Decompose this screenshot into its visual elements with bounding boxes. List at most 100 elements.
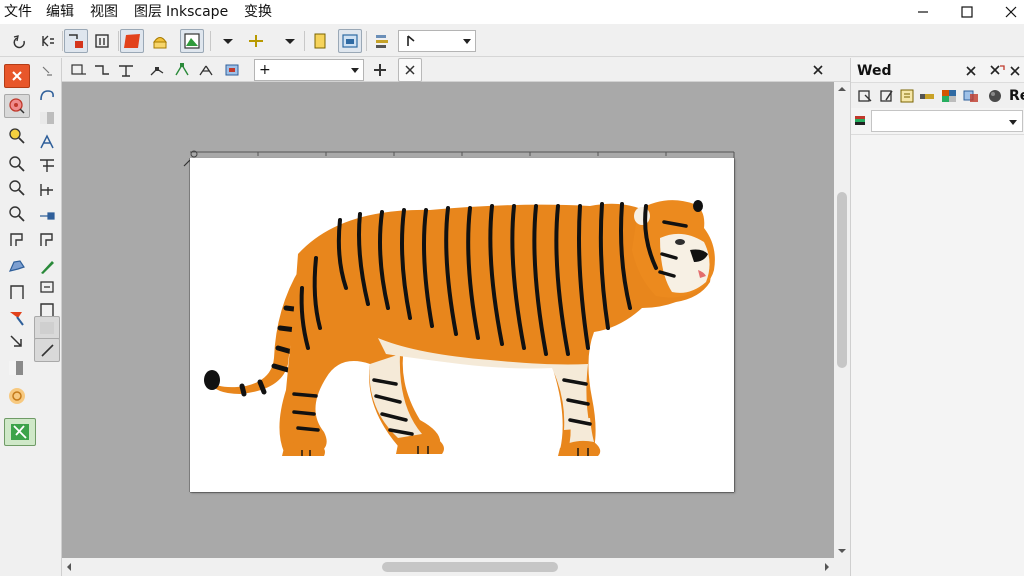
zoom-icon xyxy=(9,128,25,144)
dock-tab-symbols[interactable] xyxy=(959,84,983,108)
zoom-fit-button[interactable] xyxy=(180,29,204,53)
tool-ellipse[interactable] xyxy=(4,202,30,226)
tool-star[interactable] xyxy=(4,228,30,252)
tiger-illustration xyxy=(204,200,715,456)
redo-button[interactable] xyxy=(36,29,60,53)
import-button[interactable] xyxy=(64,29,88,53)
dock-selector[interactable] xyxy=(871,110,1023,132)
tool-eraser[interactable] xyxy=(34,276,60,300)
pen-icon xyxy=(41,261,54,274)
fill-stroke-button[interactable] xyxy=(120,29,144,53)
swatch-icon xyxy=(9,361,23,375)
eraser-icon xyxy=(40,281,54,293)
measure-icon xyxy=(9,156,25,172)
snap-intersection-button[interactable] xyxy=(194,58,218,82)
dock-tab-filters[interactable] xyxy=(983,84,1007,108)
menu-bar: 文件 编辑 视图 图层 Inkscape 变换 xyxy=(0,0,1024,24)
minimize-button[interactable] xyxy=(900,0,946,24)
tool-swatch[interactable] xyxy=(4,356,30,380)
document-icon xyxy=(314,33,326,49)
tool-tweak[interactable] xyxy=(4,94,30,118)
plus-icon xyxy=(374,64,386,76)
tool-dropper[interactable] xyxy=(34,204,60,228)
text-icon xyxy=(40,159,54,172)
vertical-scrollbar[interactable] xyxy=(834,82,850,558)
snap-nodes-button[interactable] xyxy=(146,58,170,82)
snap-close-button[interactable] xyxy=(398,58,422,82)
maximize-button[interactable] xyxy=(944,0,990,24)
new-document-button[interactable] xyxy=(308,29,332,53)
export-button[interactable] xyxy=(90,29,114,53)
menu-file[interactable]: 文件 xyxy=(4,3,32,21)
tool-pen[interactable] xyxy=(34,254,60,278)
align-menu-button[interactable] xyxy=(278,29,302,53)
dock-icon-row: Re xyxy=(851,82,1024,108)
dock-close-button[interactable] xyxy=(959,59,983,83)
tool-bezier[interactable] xyxy=(4,280,30,304)
layers-button[interactable] xyxy=(370,29,394,53)
dock-tab-objects[interactable] xyxy=(853,84,877,108)
tool-export-image[interactable] xyxy=(4,418,36,446)
document-properties-icon xyxy=(42,35,54,47)
menu-view[interactable]: 视图 xyxy=(90,3,118,21)
dock-tab-color[interactable] xyxy=(915,84,939,108)
tool-measure[interactable] xyxy=(4,152,30,176)
pointer-mode-select[interactable] xyxy=(398,30,476,52)
menu-layer[interactable]: 图层 xyxy=(134,3,162,21)
tool-rect[interactable] xyxy=(4,176,30,200)
vertical-scroll-thumb[interactable] xyxy=(837,192,847,368)
dock-tab-swatches[interactable] xyxy=(937,84,961,108)
undo-button[interactable] xyxy=(8,29,32,53)
tool-gradient[interactable] xyxy=(34,106,60,130)
tool-spiral[interactable] xyxy=(34,84,60,108)
menu-inkscape[interactable]: Inkscape xyxy=(166,3,228,21)
fill-icon xyxy=(124,34,140,48)
close-window-button[interactable] xyxy=(988,0,1024,24)
tool-spiral-orange[interactable] xyxy=(4,384,30,408)
image-icon xyxy=(184,33,200,49)
tool-zoom[interactable] xyxy=(4,124,30,148)
scroll-corner xyxy=(834,558,850,576)
snap-edge-button[interactable] xyxy=(90,58,114,82)
tool-connector[interactable] xyxy=(34,178,60,202)
objects-icon xyxy=(858,90,872,102)
snap-intersection-icon xyxy=(199,65,213,76)
paste-icon xyxy=(153,37,167,49)
chevron-down-icon xyxy=(223,39,233,44)
snap-mode-select[interactable]: + xyxy=(254,59,364,81)
tool-arrow[interactable] xyxy=(4,330,30,354)
paste-button[interactable] xyxy=(148,29,172,53)
dock-tab-label[interactable]: Re xyxy=(1009,88,1024,104)
connector-icon xyxy=(40,184,53,196)
align-button[interactable] xyxy=(244,29,268,53)
close-tool-controls-button[interactable] xyxy=(806,58,830,82)
snap-page-button[interactable] xyxy=(220,58,244,82)
import-icon xyxy=(69,34,83,48)
snap-page-icon xyxy=(225,64,239,76)
horizontal-scrollbar[interactable] xyxy=(62,558,834,576)
tool-mesh[interactable] xyxy=(34,316,60,340)
tool-calligraphy[interactable] xyxy=(34,130,60,154)
dock-close-all-button[interactable] xyxy=(1003,59,1024,83)
snap-midpoint-button[interactable] xyxy=(114,58,138,82)
scroll-left-icon xyxy=(67,563,71,571)
tool-node[interactable] xyxy=(34,60,60,84)
tool-text[interactable] xyxy=(34,154,60,178)
toolbox xyxy=(0,58,62,576)
document-page[interactable] xyxy=(190,158,734,492)
menu-edit[interactable]: 编辑 xyxy=(46,3,74,21)
menu-transform[interactable]: 变换 xyxy=(244,3,272,21)
tool-paint-bucket[interactable] xyxy=(4,306,30,330)
tool-knife[interactable] xyxy=(34,338,60,362)
canvas-area[interactable] xyxy=(62,82,834,558)
tool-selector[interactable] xyxy=(4,64,30,88)
snap-edge-icon xyxy=(95,65,109,75)
snap-path-button[interactable] xyxy=(170,58,194,82)
zoom-menu-button[interactable] xyxy=(216,29,240,53)
window-button[interactable] xyxy=(338,29,362,53)
tool-pencil[interactable] xyxy=(4,254,30,278)
snap-toggle-button[interactable] xyxy=(368,58,392,82)
tool-spray[interactable] xyxy=(34,228,60,252)
horizontal-scroll-thumb[interactable] xyxy=(382,562,558,572)
snap-bbox-button[interactable] xyxy=(66,58,90,82)
